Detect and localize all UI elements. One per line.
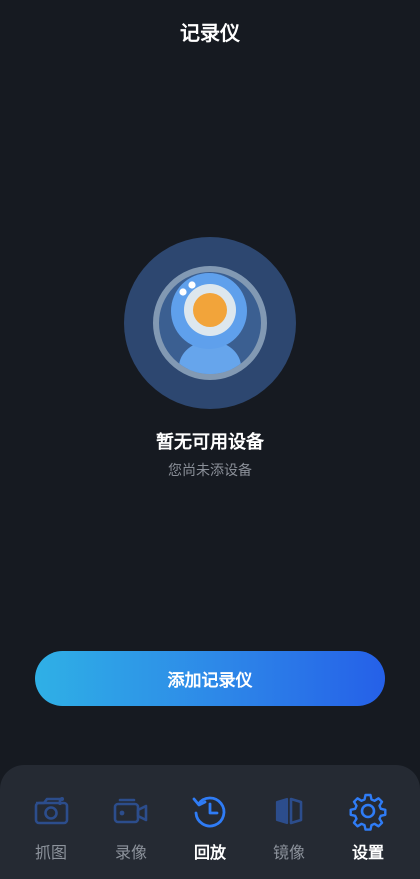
webcam-icon xyxy=(124,237,296,409)
page-title: 记录仪 xyxy=(180,21,240,45)
tab-playback-label: 回放 xyxy=(193,843,226,862)
empty-state-title: 暂无可用设备 xyxy=(156,432,264,453)
tab-capture-label: 抓图 xyxy=(34,843,67,862)
tab-settings[interactable]: 设置 xyxy=(328,791,408,867)
tab-playback[interactable]: 回放 xyxy=(170,791,250,867)
playback-icon xyxy=(192,796,226,828)
tab-settings-label: 设置 xyxy=(351,843,384,862)
mirror-icon xyxy=(275,797,303,825)
camera-icon xyxy=(34,797,69,825)
tab-mirror-label: 镜像 xyxy=(272,843,305,862)
tab-capture[interactable]: 抓图 xyxy=(11,791,91,867)
add-recorder-button[interactable]: 添加记录仪 xyxy=(35,651,385,706)
tab-record[interactable]: 录像 xyxy=(91,791,171,867)
empty-state-subtitle: 您尚未添设备 xyxy=(168,463,252,479)
video-camera-icon xyxy=(113,798,148,824)
tab-record-label: 录像 xyxy=(114,843,147,862)
tab-mirror[interactable]: 镜像 xyxy=(249,791,329,867)
gear-icon xyxy=(349,793,387,831)
bottom-tab-bar: 抓图 录像 回放 镜像 设置 xyxy=(0,765,420,879)
